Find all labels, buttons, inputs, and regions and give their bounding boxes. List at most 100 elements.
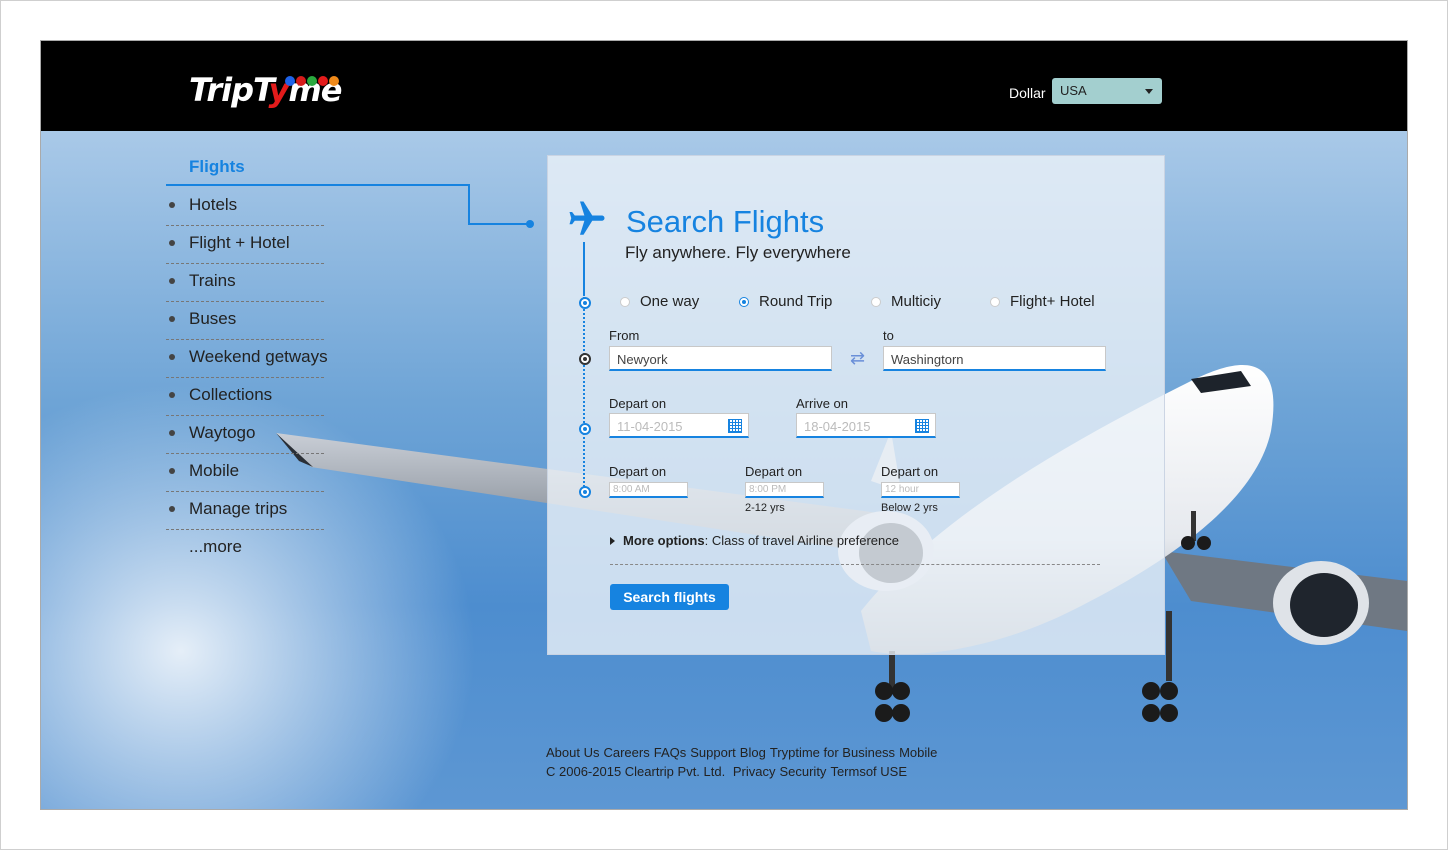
timeline-dot: [579, 353, 591, 365]
swap-icon[interactable]: ⇄: [850, 348, 865, 369]
logo-dot-icon: [296, 76, 306, 86]
radio-icon: [990, 297, 1000, 308]
footer-link[interactable]: FAQs: [654, 745, 687, 760]
bullet-icon: [169, 392, 175, 398]
bullet-icon: [169, 506, 175, 512]
app-window: TripTyme Dollar USA Flights Hotels Fligh…: [40, 40, 1408, 810]
nav-item-buses[interactable]: Buses: [166, 301, 324, 340]
timeline-dotted: [583, 294, 585, 494]
caret-down-icon: [1145, 89, 1153, 94]
from-label: From: [609, 328, 640, 343]
more-options-toggle[interactable]: More options: Class of travel Airline pr…: [610, 533, 899, 548]
nav-item-label: Trains: [189, 271, 236, 290]
search-subtitle: Fly anywhere. Fly everywhere: [625, 243, 851, 262]
depart-time-input[interactable]: 8:00 PM: [745, 482, 824, 498]
header-bar: TripTyme Dollar USA: [41, 41, 1407, 131]
bullet-icon: [169, 278, 175, 284]
age-note: 2-12 yrs: [745, 502, 785, 514]
nav-item-flights[interactable]: Flights: [189, 157, 245, 177]
nav-item-flight-hotel[interactable]: Flight + Hotel: [166, 225, 324, 264]
calendar-icon[interactable]: [915, 419, 929, 433]
nav-item-label: Hotels: [189, 195, 238, 214]
to-input[interactable]: Washingtorn: [883, 346, 1106, 371]
depart-time-input[interactable]: 8:00 AM: [609, 482, 688, 498]
footer-legal-link[interactable]: Privacy: [733, 764, 776, 779]
bullet-icon: [169, 202, 175, 208]
bullet-icon: [169, 240, 175, 246]
nav-item-label: Buses: [189, 309, 237, 328]
depart-time-input[interactable]: 12 hour: [881, 482, 960, 498]
nav-item-label: Waytogo: [189, 423, 256, 442]
timeline-dot: [579, 486, 591, 498]
logo-dot-icon: [318, 76, 328, 86]
depart-date-value: 11-04-2015: [617, 419, 683, 434]
footer-link[interactable]: Support: [690, 745, 736, 760]
copyright-text: C 2006-2015 Cleartrip Pvt. Ltd.: [546, 764, 726, 779]
trip-type-radio[interactable]: Multiciy: [871, 293, 941, 310]
nav-item-label: Collections: [189, 385, 273, 404]
depart-time-label: Depart on: [881, 464, 939, 479]
nav-connector: [341, 184, 534, 228]
footer-link[interactable]: About Us: [546, 745, 599, 760]
currency-select[interactable]: USA: [1052, 78, 1162, 104]
nav-item-label: Flight + Hotel: [189, 233, 290, 252]
bullet-icon: [169, 354, 175, 360]
search-flights-button[interactable]: Search flights: [610, 584, 729, 610]
nav-item-trains[interactable]: Trains: [166, 263, 324, 302]
nav-item-waytogo[interactable]: Waytogo: [166, 415, 324, 454]
triangle-right-icon: [610, 537, 615, 545]
trip-type-radio[interactable]: One way: [620, 293, 699, 310]
trip-type-radio[interactable]: Round Trip: [739, 293, 832, 310]
bullet-icon: [169, 430, 175, 436]
timeline-dot: [579, 297, 591, 309]
arrive-date-value: 18-04-2015: [804, 419, 871, 434]
logo-dots-icon: [285, 73, 340, 86]
timeline-solid: [583, 242, 585, 294]
age-note: Below 2 yrs: [881, 502, 938, 514]
nav-item-hotels[interactable]: Hotels: [166, 187, 324, 226]
nav-item-label: Weekend getways: [189, 347, 328, 366]
more-options-label: More options: [623, 533, 705, 548]
radio-icon: [620, 297, 630, 308]
calendar-icon[interactable]: [728, 419, 742, 433]
footer: About Us Careers FAQs Support Blog Tryptime f…: [546, 743, 941, 781]
timeline-dot: [579, 423, 591, 435]
nav-item-manage-trips[interactable]: Manage trips: [166, 491, 324, 530]
nav-item-mobile[interactable]: Mobile: [166, 453, 324, 492]
trip-type-radio[interactable]: Flight+ Hotel: [990, 293, 1095, 310]
footer-link[interactable]: Careers: [603, 745, 649, 760]
trip-type-label: Multiciy: [891, 293, 942, 310]
bullet-icon: [169, 316, 175, 322]
depart-label: Depart on: [609, 396, 667, 411]
airplane-icon: [569, 201, 605, 235]
search-flights-panel: Search Flights Fly anywhere. Fly everywh…: [547, 155, 1165, 655]
trip-type-label: Flight+ Hotel: [1010, 293, 1095, 310]
nav-item-collections[interactable]: Collections: [166, 377, 324, 416]
depart-time-label: Depart on: [609, 464, 667, 479]
logo-dot-icon: [329, 76, 339, 86]
footer-legal-link[interactable]: Security: [779, 764, 826, 779]
search-title: Search Flights: [626, 204, 825, 239]
nav-item-label: Mobile: [189, 461, 240, 480]
trip-type-label: One way: [640, 293, 700, 310]
logo-dot-icon: [307, 76, 317, 86]
more-options-text: : Class of travel Airline preference: [704, 533, 899, 548]
arrive-date-input[interactable]: 18-04-2015: [796, 413, 936, 438]
currency-label: Dollar: [1009, 85, 1046, 101]
to-label: to: [883, 328, 894, 343]
footer-link[interactable]: Blog: [740, 745, 766, 760]
footer-link[interactable]: Tryptime for Business: [770, 745, 895, 760]
currency-value: USA: [1060, 83, 1087, 98]
footer-link[interactable]: Mobile: [899, 745, 937, 760]
bullet-icon: [169, 468, 175, 474]
nav-more-link[interactable]: ...more: [189, 537, 242, 557]
nav-item-weekend-getways[interactable]: Weekend getways: [166, 339, 328, 378]
from-input[interactable]: Newyork: [609, 346, 832, 371]
footer-legal-link[interactable]: Termsof USE: [830, 764, 907, 779]
nav-item-label: Manage trips: [189, 499, 288, 518]
radio-icon: [871, 297, 881, 308]
arrive-label: Arrive on: [796, 396, 849, 411]
depart-date-input[interactable]: 11-04-2015: [609, 413, 749, 438]
divider: [610, 564, 1100, 565]
footer-legal: C 2006-2015 Cleartrip Pvt. Ltd. Privacy S…: [546, 762, 941, 781]
